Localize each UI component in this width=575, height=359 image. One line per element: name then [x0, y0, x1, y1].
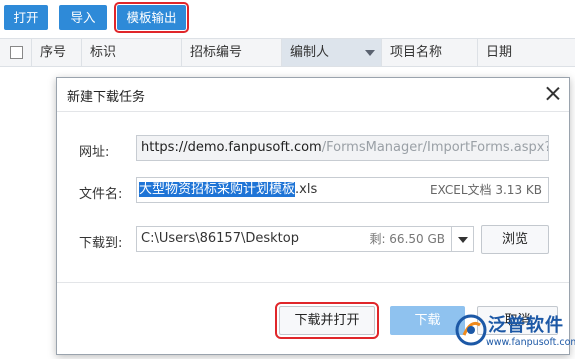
file-meta: EXCEL文档 3.13 KB — [429, 183, 542, 197]
column-header-project-name[interactable]: 项目名称 — [382, 39, 478, 66]
filename-label: 文件名: — [79, 187, 123, 202]
free-space: 剩: 66.50 GB — [369, 232, 445, 246]
column-header-bid-number[interactable]: 招标编号 — [182, 39, 282, 66]
sort-dropdown-icon[interactable] — [365, 50, 375, 56]
close-icon[interactable] — [546, 86, 560, 100]
column-header-date[interactable]: 日期 — [478, 39, 575, 66]
url-field: https://demo.fanpusoft.com/FormsManager/… — [136, 135, 549, 161]
open-button[interactable]: 打开 — [4, 5, 48, 30]
download-path-field[interactable]: C:\Users\86157\Desktop 剩: 66.50 GB — [136, 226, 452, 252]
select-all-cell — [0, 39, 32, 66]
brand-url: www.fanpusoft.com — [486, 337, 575, 348]
column-header-id[interactable]: 标识 — [82, 39, 182, 66]
path-label: 下载到: — [79, 236, 123, 251]
column-header-author[interactable]: 编制人 — [282, 39, 382, 66]
select-all-checkbox[interactable] — [10, 46, 23, 59]
template-export-button[interactable]: 模板输出 — [114, 2, 189, 33]
url-path: /FormsManager/ImportForms.aspx?Formi — [321, 140, 549, 155]
url-label: 网址: — [79, 145, 110, 160]
column-header-index[interactable]: 序号 — [32, 39, 82, 66]
column-header-author-label: 编制人 — [290, 45, 330, 60]
table-header: 序号 标识 招标编号 编制人 项目名称 日期 — [0, 38, 575, 67]
filename-extension: .xls — [295, 182, 318, 197]
browse-button[interactable]: 浏览 — [481, 225, 549, 254]
chevron-down-icon — [452, 227, 473, 251]
import-button[interactable]: 导入 — [59, 5, 107, 30]
footer-divider — [57, 282, 569, 283]
download-path: C:\Users\86157\Desktop — [141, 231, 299, 246]
filename-input[interactable]: 大型物资招标采购计划模板.xls EXCEL文档 3.13 KB — [136, 177, 549, 203]
toolbar: 打开 导入 模板输出 — [0, 0, 575, 38]
url-host: https://demo.fanpusoft.com — [141, 140, 322, 155]
brand-watermark: 泛普软件 www.fanpusoft.com — [452, 305, 575, 357]
filename-selected-text: 大型物资招标采购计划模板 — [139, 182, 296, 197]
brand-logo-icon — [455, 314, 487, 346]
title-divider — [57, 111, 569, 112]
path-dropdown[interactable] — [451, 226, 474, 252]
brand-name: 泛普软件 — [488, 315, 564, 336]
download-and-open-button[interactable]: 下载并打开 — [275, 302, 379, 339]
dialog-title: 新建下载任务 — [67, 90, 146, 105]
